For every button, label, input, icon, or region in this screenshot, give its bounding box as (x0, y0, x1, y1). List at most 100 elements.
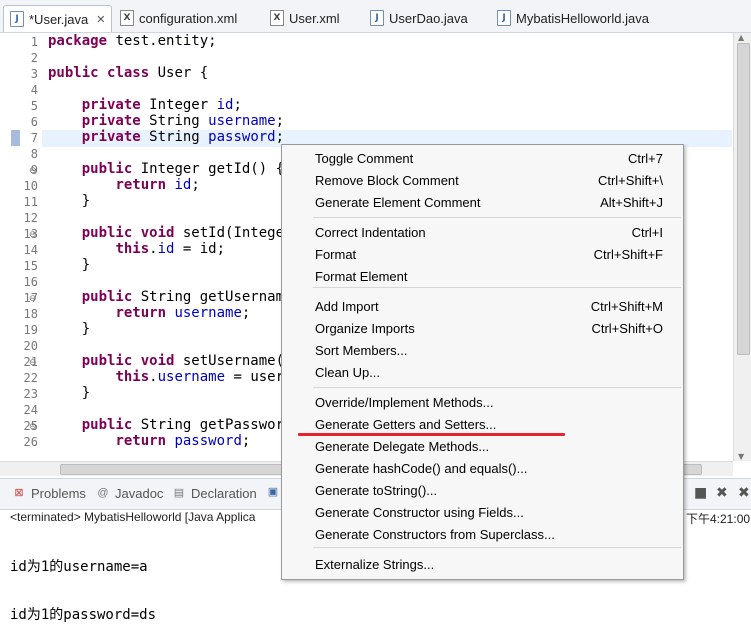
menu-item-label: Correct Indentation (315, 225, 426, 240)
console-output[interactable]: id为1的username=a id为1的password=ds (10, 527, 156, 639)
menu-separator (313, 217, 681, 218)
code-line: this.username = user (115, 369, 285, 385)
code-line: public void setUsername( (81, 353, 285, 369)
menu-item[interactable]: Sort Members... (282, 340, 683, 362)
menu-item[interactable]: Toggle Comment Ctrl+7 (282, 148, 683, 170)
at-icon: @ (97, 487, 109, 499)
line-number: 4 (30, 83, 38, 97)
code-line: public String getUsernam (81, 289, 285, 305)
menu-item-label: Sort Members... (315, 343, 408, 358)
menu-item[interactable]: Externalize Strings... (282, 554, 683, 576)
code-line: package test.entity; (48, 33, 217, 49)
line-number: 19 (23, 323, 38, 337)
menu-item[interactable]: Generate Delegate Methods... (282, 436, 683, 458)
xml-file-icon: X (270, 10, 284, 26)
line-number: 26 (23, 435, 38, 449)
menu-item-label: Externalize Strings... (315, 557, 435, 572)
line-number: 8 (30, 147, 38, 161)
vertical-scrollbar[interactable]: ▲ ▼ (733, 33, 751, 461)
fold-toggle-icon[interactable]: ⊖ (29, 166, 37, 176)
code-line: private String password; (81, 129, 285, 145)
menu-item[interactable]: Format Ctrl+Shift+F (282, 244, 683, 266)
menu-item-label: Generate hashCode() and equals()... (315, 461, 528, 476)
context-menu: Toggle Comment Ctrl+7 Remove Block Comment… (281, 144, 684, 580)
menu-item-shortcut: Ctrl+Shift+O (591, 321, 663, 336)
menu-item-label: Generate Constructor using Fields... (315, 505, 524, 520)
console-title: <terminated> MybatisHelloworld [Java App… (10, 510, 256, 524)
console-timestamp: 下午4:21:00 (686, 512, 751, 526)
tab-mybatishelloworld-java[interactable]: J MybatisHelloworld.java (497, 5, 649, 31)
fold-toggle-icon[interactable]: ⊖ (29, 422, 37, 432)
fold-toggle-icon[interactable]: ⊖ (29, 358, 37, 368)
line-number: 16 (23, 275, 38, 289)
scroll-up-icon[interactable]: ▲ (738, 33, 744, 42)
menu-item-shortcut: Ctrl+Shift+M (590, 299, 663, 314)
stop-icon[interactable]: ■ (694, 485, 707, 501)
close-icon[interactable]: ✖ (716, 485, 728, 501)
menu-item[interactable]: Generate Constructor using Fields... (282, 502, 683, 524)
tab-label: UserDao.java (389, 10, 468, 26)
menu-item[interactable]: Add Import Ctrl+Shift+M (282, 296, 683, 318)
line-number: 20 (23, 339, 38, 353)
line-number: 10 (23, 179, 38, 193)
tab-label: configuration.xml (139, 10, 238, 26)
java-file-icon: J (497, 10, 511, 26)
remove-all-icon[interactable]: ✖ (738, 485, 750, 501)
line-number: 22 (23, 371, 38, 385)
line-number: 7 (30, 131, 38, 145)
tab-configuration-xml[interactable]: X configuration.xml (120, 5, 237, 31)
menu-item-label: Organize Imports (315, 321, 415, 336)
menu-item[interactable]: Correct Indentation Ctrl+I (282, 222, 683, 244)
tab-declaration[interactable]: ▤ Declaration (172, 486, 257, 501)
menu-item-shortcut: Ctrl+Shift+F (593, 247, 663, 262)
menu-item-shortcut: Ctrl+Shift+\ (597, 173, 663, 188)
code-line: public class User { (48, 65, 209, 81)
java-file-icon: J (370, 10, 384, 26)
tab-label: Problems (31, 486, 86, 501)
menu-item[interactable]: Generate Constructors from Superclass... (282, 524, 683, 546)
code-line: return id; (115, 177, 200, 193)
code-line: } (48, 193, 91, 209)
close-icon[interactable]: ✕ (96, 13, 105, 26)
line-number: 24 (23, 403, 38, 417)
line-number: 1 (30, 35, 38, 49)
line-number: 12 (23, 211, 38, 225)
fold-toggle-icon[interactable]: ⊖ (29, 294, 37, 304)
code-line: public String getPasswor (81, 417, 285, 433)
line-number: 5 (30, 99, 38, 113)
scroll-thumb[interactable] (737, 43, 750, 355)
line-number: 15 (23, 259, 38, 273)
menu-item[interactable]: Override/Implement Methods... (282, 392, 683, 414)
menu-item-label: Format Element (315, 269, 408, 284)
menu-item[interactable]: Generate toString()... (282, 480, 683, 502)
tab-label: User.xml (289, 10, 340, 26)
tab-problems[interactable]: ⊠ Problems (12, 486, 86, 501)
menu-item[interactable]: Organize Imports Ctrl+Shift+O (282, 318, 683, 340)
code-line: public void setId(Intege (81, 225, 285, 241)
menu-separator (313, 547, 681, 548)
tab-userdao-java[interactable]: J UserDao.java (370, 5, 468, 31)
scroll-down-icon[interactable]: ▼ (738, 452, 744, 461)
console-icon: ▣ (267, 486, 279, 498)
tab-label: MybatisHelloworld.java (516, 10, 649, 26)
menu-item-label: Generate Element Comment (315, 195, 481, 210)
tab-user-xml[interactable]: X User.xml (270, 5, 340, 31)
menu-item[interactable]: Format Element (282, 266, 683, 288)
line-number: 11 (23, 195, 38, 209)
menu-item[interactable]: Generate hashCode() and equals()... (282, 458, 683, 480)
fold-toggle-icon[interactable]: ⊖ (29, 230, 37, 240)
code-line: } (48, 257, 91, 273)
menu-item-shortcut: Alt+Shift+J (600, 195, 663, 210)
menu-item[interactable]: Clean Up... (282, 362, 683, 384)
code-line: } (48, 321, 91, 337)
menu-item-label: Toggle Comment (315, 151, 414, 166)
tab-user-java[interactable]: J *User.java ✕ (3, 5, 113, 32)
code-line: } (48, 385, 91, 401)
line-number: 14 (23, 243, 38, 257)
xml-file-icon: X (120, 10, 134, 26)
menu-item[interactable]: Generate Element Comment Alt+Shift+J (282, 192, 683, 214)
line-number: 23 (23, 387, 38, 401)
annotation-underline (298, 433, 565, 436)
tab-javadoc[interactable]: @ Javadoc (96, 486, 163, 501)
menu-item[interactable]: Remove Block Comment Ctrl+Shift+\ (282, 170, 683, 192)
